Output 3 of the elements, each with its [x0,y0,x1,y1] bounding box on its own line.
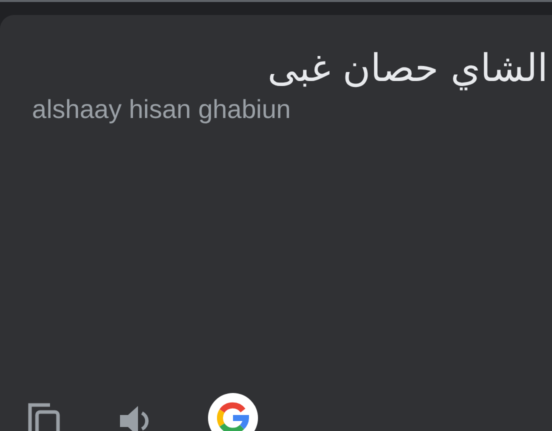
transliteration-text: alshaay hisan ghabiun [32,93,291,125]
translated-text: الشاي حصان غبى [268,45,548,91]
g-logo-icon[interactable] [208,393,258,431]
